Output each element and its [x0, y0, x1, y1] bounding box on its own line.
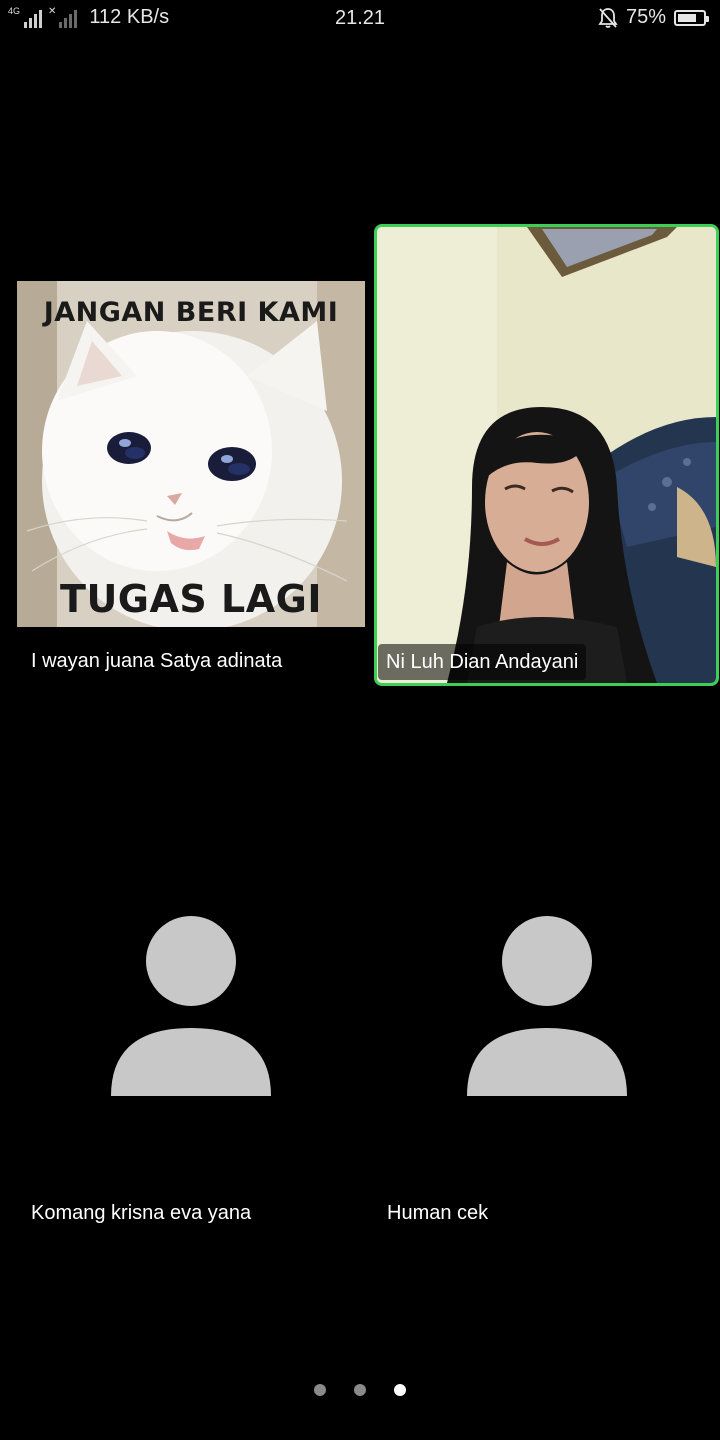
battery-percent: 75% — [625, 6, 666, 28]
page-dot-3[interactable] — [394, 1384, 406, 1396]
bell-off-icon — [598, 7, 618, 28]
battery-fill — [678, 13, 696, 22]
active-speaker-name-badge: Ni Luh Dian Andayani — [378, 644, 587, 680]
meeting-gallery-screen: 4G ✕ 112 KB/s 21.21 75% JANGAN BERI KAMI… — [0, 0, 720, 1440]
status-right: 75% — [598, 6, 709, 29]
video-feed — [377, 227, 716, 683]
participant-image: JANGAN BERI KAMI TUGAS LAGI — [17, 281, 365, 627]
page-dot-1[interactable] — [314, 1384, 326, 1396]
battery-icon — [674, 9, 709, 26]
page-indicator[interactable] — [0, 1384, 720, 1396]
avatar-placeholder-icon — [111, 916, 271, 1096]
page-dot-2[interactable] — [354, 1384, 366, 1396]
crying-cat-image — [17, 281, 365, 627]
meme-top-text: JANGAN BERI KAMI — [43, 297, 339, 328]
meme-bottom-text: TUGAS LAGI — [60, 577, 322, 621]
participant-name: Ni Luh Dian Andayani — [386, 650, 579, 673]
participant-name: Human cek — [387, 1202, 489, 1224]
status-bar: 4G ✕ 112 KB/s 21.21 75% — [0, 0, 720, 40]
avatar-placeholder-icon — [467, 916, 627, 1096]
participant-video-active[interactable] — [374, 224, 719, 686]
participant-name: I wayan juana Satya adinata — [31, 650, 283, 672]
participant-name: Komang krisna eva yana — [31, 1202, 252, 1224]
